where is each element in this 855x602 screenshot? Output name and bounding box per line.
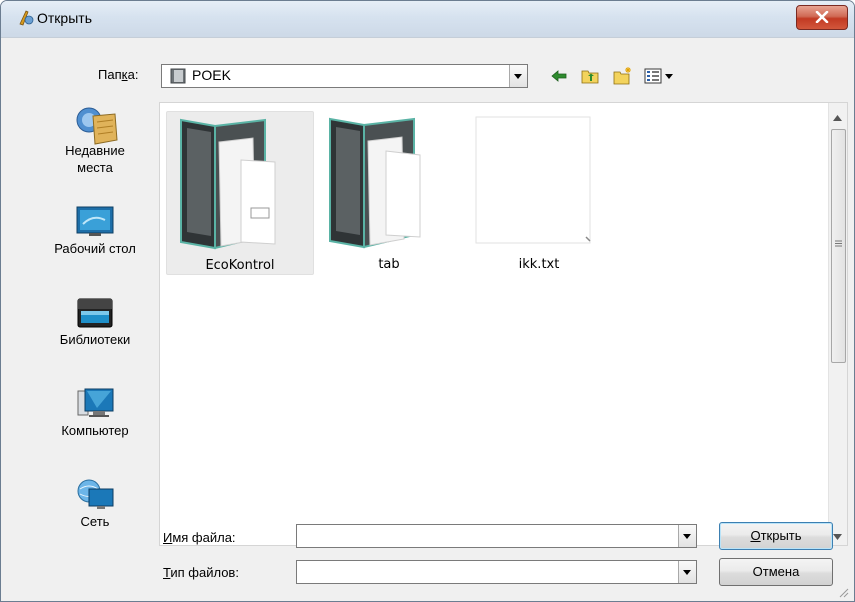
close-button[interactable]: [796, 5, 848, 30]
chevron-down-icon: [683, 534, 691, 539]
file-item-ecokontrol[interactable]: EcoKontrol: [166, 111, 314, 275]
file-name: tab: [378, 257, 400, 272]
folder-dropdown-button[interactable]: [509, 65, 527, 87]
scroll-down-icon[interactable]: [833, 529, 842, 543]
open-button[interactable]: Открыть: [719, 522, 833, 550]
place-libraries[interactable]: Библиотеки: [39, 295, 151, 348]
chevron-down-icon: [514, 74, 522, 79]
text-file-icon: [474, 115, 592, 245]
scroll-up-icon[interactable]: [833, 110, 842, 124]
scrollbar-thumb[interactable]: [831, 129, 846, 363]
resize-grip-icon[interactable]: [837, 586, 849, 601]
desktop-icon: [75, 204, 115, 240]
place-desktop[interactable]: Рабочий стол: [39, 204, 151, 257]
filename-combo[interactable]: [296, 524, 697, 548]
libraries-icon: [75, 295, 115, 331]
place-network[interactable]: Сеть: [39, 477, 151, 530]
network-icon: [75, 477, 115, 513]
window-title: Открыть: [37, 10, 92, 26]
cancel-button[interactable]: Отмена: [719, 558, 833, 586]
computer-icon: [75, 386, 115, 422]
back-arrow-icon[interactable]: [550, 67, 568, 85]
folder-icon: [175, 116, 279, 250]
new-folder-icon[interactable]: [613, 66, 631, 85]
title-bar[interactable]: Открыть: [1, 1, 854, 38]
open-file-dialog: Открыть Папка: POEK Недавние места Рабоч…: [0, 0, 855, 602]
folder-label: Папка:: [98, 67, 139, 82]
recent-places-icon: [75, 106, 118, 145]
place-recent[interactable]: Недавние места: [39, 106, 151, 176]
view-menu-icon[interactable]: [644, 67, 678, 85]
filename-dropdown-button[interactable]: [678, 525, 696, 547]
file-list[interactable]: EcoKontrol tab ikk.txt: [159, 102, 848, 546]
folder-icon: [170, 68, 186, 87]
file-name: ikk.txt: [518, 257, 560, 272]
place-computer[interactable]: Компьютер: [39, 386, 151, 439]
places-bar: Недавние места Рабочий стол Библиотеки К…: [39, 102, 151, 572]
close-icon: [815, 11, 829, 23]
chevron-down-icon: [683, 570, 691, 575]
folder-icon: [324, 115, 428, 249]
filetype-label: Тип файлов:: [163, 565, 239, 580]
file-item-ikk-txt[interactable]: ikk.txt: [466, 111, 612, 273]
file-item-tab[interactable]: tab: [316, 111, 462, 273]
folder-value: POEK: [192, 67, 231, 83]
app-icon: [17, 9, 35, 27]
up-folder-icon[interactable]: [581, 67, 599, 85]
filetype-combo[interactable]: [296, 560, 697, 584]
folder-combo[interactable]: POEK: [161, 64, 528, 88]
dialog-body: Папка: POEK Недавние места Рабочий стол …: [1, 38, 854, 601]
filetype-dropdown-button[interactable]: [678, 561, 696, 583]
vertical-scrollbar[interactable]: [828, 103, 847, 545]
file-name: EcoKontrol: [205, 258, 275, 273]
grip-icon: [835, 240, 842, 247]
filename-label: Имя файла:: [163, 530, 236, 545]
